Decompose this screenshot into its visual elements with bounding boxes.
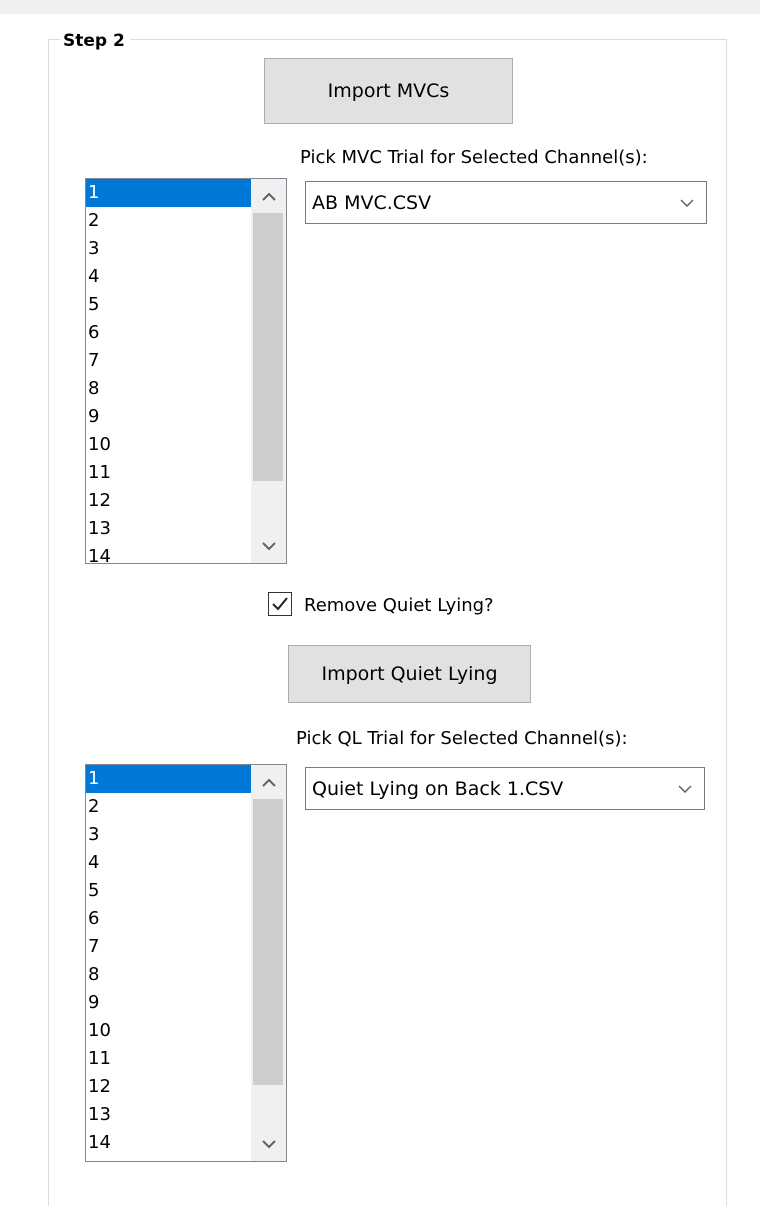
mvc-channel-item[interactable]: 12 <box>86 487 251 515</box>
ql-channel-item[interactable]: 4 <box>86 849 251 877</box>
remove-quiet-lying-checkbox[interactable] <box>268 592 292 616</box>
ql-channel-item[interactable]: 8 <box>86 961 251 989</box>
mvc-channel-items: 1 2 3 4 5 6 7 8 9 10 11 12 13 14 <box>86 179 251 563</box>
mvc-channel-item[interactable]: 1 <box>86 179 251 207</box>
ql-channel-item[interactable]: 1 <box>86 765 251 793</box>
ql-channel-item[interactable]: 10 <box>86 1017 251 1045</box>
mvc-scroll-down-button[interactable] <box>251 531 286 561</box>
window-top-strip <box>0 0 760 14</box>
ql-channel-items: 1 2 3 4 5 6 7 8 9 10 11 12 13 14 <box>86 765 251 1157</box>
pick-mvc-trial-label: Pick MVC Trial for Selected Channel(s): <box>300 147 648 168</box>
mvc-channel-item[interactable]: 3 <box>86 235 251 263</box>
mvc-channel-listbox[interactable]: 1 2 3 4 5 6 7 8 9 10 11 12 13 14 <box>85 178 287 564</box>
ql-scroll-up-button[interactable] <box>251 767 286 797</box>
mvc-channel-item[interactable]: 5 <box>86 291 251 319</box>
ql-trial-value: Quiet Lying on Back 1.CSV <box>312 777 564 800</box>
ql-channel-item[interactable]: 14 <box>86 1129 251 1157</box>
ql-trial-dropdown[interactable]: Quiet Lying on Back 1.CSV <box>305 767 705 810</box>
checkmark-icon <box>272 597 288 611</box>
ql-channel-item[interactable]: 9 <box>86 989 251 1017</box>
import-quiet-lying-button[interactable]: Import Quiet Lying <box>288 645 531 703</box>
chevron-down-icon <box>261 541 276 550</box>
chevron-down-icon <box>261 1139 276 1148</box>
ql-channel-item[interactable]: 11 <box>86 1045 251 1073</box>
ql-channel-listbox[interactable]: 1 2 3 4 5 6 7 8 9 10 11 12 13 14 <box>85 764 287 1162</box>
ql-list-scrollbar[interactable] <box>251 765 286 1161</box>
ql-channel-item[interactable]: 6 <box>86 905 251 933</box>
ql-channel-item[interactable]: 5 <box>86 877 251 905</box>
mvc-dropdown-arrow[interactable] <box>668 182 706 223</box>
chevron-down-icon <box>678 784 692 793</box>
ql-scroll-down-button[interactable] <box>251 1129 286 1159</box>
mvc-channel-item[interactable]: 13 <box>86 515 251 543</box>
mvc-channel-item[interactable]: 8 <box>86 375 251 403</box>
ql-dropdown-arrow[interactable] <box>666 768 704 809</box>
mvc-trial-dropdown[interactable]: AB MVC.CSV <box>305 181 707 224</box>
import-mvcs-button[interactable]: Import MVCs <box>264 58 513 124</box>
ql-scroll-thumb[interactable] <box>253 799 283 1085</box>
mvc-scroll-thumb[interactable] <box>253 213 283 481</box>
mvc-channel-item[interactable]: 11 <box>86 459 251 487</box>
mvc-channel-item[interactable]: 9 <box>86 403 251 431</box>
mvc-channel-item[interactable]: 6 <box>86 319 251 347</box>
chevron-down-icon <box>680 198 694 207</box>
mvc-channel-item[interactable]: 7 <box>86 347 251 375</box>
ql-channel-item[interactable]: 3 <box>86 821 251 849</box>
ql-channel-item[interactable]: 12 <box>86 1073 251 1101</box>
mvc-channel-item[interactable]: 14 <box>86 543 251 563</box>
ql-channel-item[interactable]: 13 <box>86 1101 251 1129</box>
remove-quiet-lying-label[interactable]: Remove Quiet Lying? <box>304 594 494 618</box>
groupbox-title: Step 2 <box>60 30 130 52</box>
mvc-scroll-up-button[interactable] <box>251 181 286 211</box>
mvc-channel-item[interactable]: 10 <box>86 431 251 459</box>
mvc-list-scrollbar[interactable] <box>251 179 286 563</box>
ql-channel-item[interactable]: 7 <box>86 933 251 961</box>
mvc-channel-item[interactable]: 2 <box>86 207 251 235</box>
ql-channel-item[interactable]: 2 <box>86 793 251 821</box>
pick-ql-trial-label: Pick QL Trial for Selected Channel(s): <box>296 728 628 749</box>
mvc-channel-item[interactable]: 4 <box>86 263 251 291</box>
mvc-trial-value: AB MVC.CSV <box>312 191 432 214</box>
chevron-up-icon <box>261 192 276 201</box>
chevron-up-icon <box>261 778 276 787</box>
